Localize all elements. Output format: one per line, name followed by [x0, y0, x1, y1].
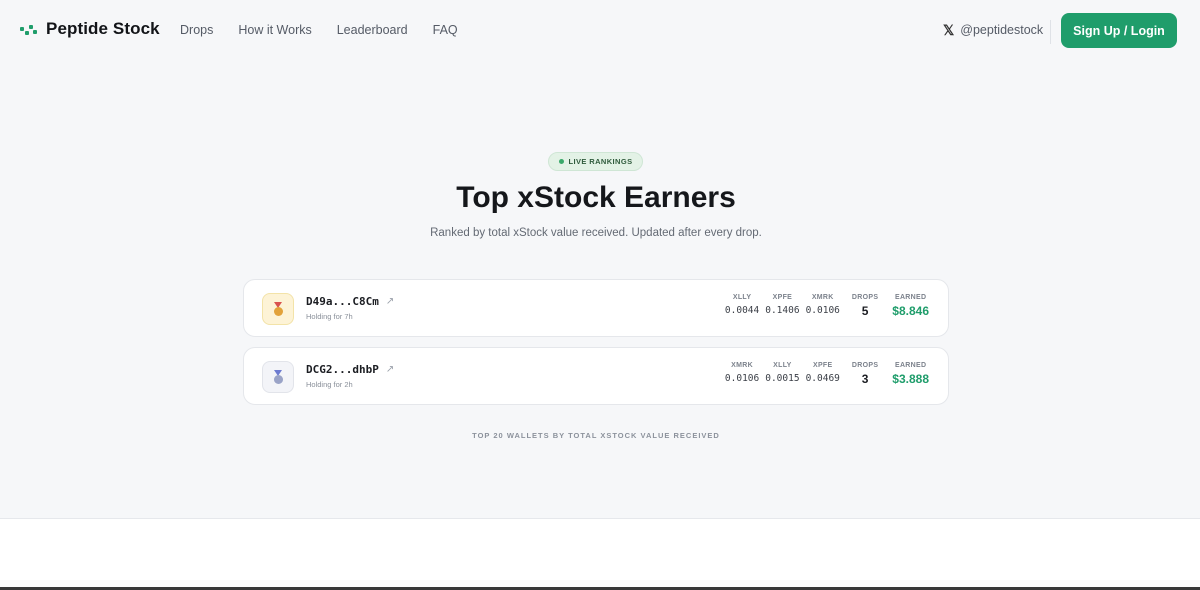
badge-label: LIVE RANKINGS — [568, 157, 633, 166]
footer-area — [0, 518, 1200, 590]
token-label: XPFE — [772, 294, 793, 301]
page-title: Top xStock Earners — [456, 181, 736, 214]
header-divider — [1050, 20, 1051, 44]
page-subtitle: Ranked by total xStock value received. U… — [430, 227, 762, 239]
medal-disc — [273, 306, 283, 316]
gold-medal-icon — [262, 293, 294, 325]
leaderboard-footnote: TOP 20 WALLETS BY TOTAL XSTOCK VALUE REC… — [472, 431, 720, 440]
earned-value: $3.888 — [892, 372, 929, 386]
nav-faq[interactable]: FAQ — [433, 23, 458, 37]
token-value: 0.0015 — [765, 373, 800, 384]
holding-duration: Holding for 2h — [306, 380, 353, 389]
external-link-icon[interactable]: ↗ — [386, 364, 394, 375]
drops-count: 3 — [861, 372, 869, 386]
token-label: XLLY — [732, 294, 752, 301]
token-stat: XMRK 0.0106 — [725, 362, 759, 384]
live-rankings-badge: LIVE RANKINGS — [548, 152, 643, 171]
top-navbar: Peptide Stock Drops How it Works Leaderb… — [0, 0, 1200, 62]
leaderboard-row: DCG2...dhbP ↗ Holding for 2h XMRK 0.0106… — [243, 347, 949, 405]
token-value: 0.1406 — [765, 305, 800, 316]
wallet-address: DCG2...dhbP — [306, 363, 379, 376]
earned-label: EARNED — [894, 294, 927, 301]
silver-medal-icon — [262, 361, 294, 393]
token-stat: XMRK 0.0106 — [806, 294, 840, 316]
social-handle: @peptidestock — [960, 23, 1044, 37]
live-dot-icon — [558, 159, 564, 164]
nav-how-it-works[interactable]: How it Works — [238, 23, 311, 37]
token-stat: XLLY 0.0044 — [725, 294, 759, 316]
token-value: 0.0106 — [724, 373, 760, 384]
leaderboard-row: D49a...C8Cm ↗ Holding for 7h XLLY 0.0044… — [243, 279, 949, 337]
signup-login-button[interactable]: Sign Up / Login — [1061, 13, 1177, 48]
page-background — [0, 0, 1200, 518]
external-link-icon[interactable]: ↗ — [386, 296, 394, 307]
x-social-link[interactable]: 𝕏 @peptidestock — [943, 23, 1043, 37]
logo-text: Peptide Stock — [46, 19, 160, 38]
token-label: XLLY — [773, 362, 792, 369]
wallet-link[interactable]: DCG2...dhbP ↗ — [306, 363, 394, 376]
drops-stat: DROPS 5 — [852, 294, 878, 318]
token-stat: XLLY 0.0015 — [765, 362, 799, 384]
holding-duration: Holding for 7h — [306, 312, 353, 321]
wallet-address: D49a...C8Cm — [306, 295, 379, 308]
earned-stat: EARNED $8.846 — [892, 294, 929, 318]
token-value: 0.0469 — [805, 373, 840, 384]
token-stat: XPFE 0.1406 — [765, 294, 799, 316]
wallet-link[interactable]: D49a...C8Cm ↗ — [306, 295, 394, 308]
drops-stat: DROPS 3 — [852, 362, 878, 386]
nav-leaderboard[interactable]: Leaderboard — [337, 23, 408, 37]
drops-label: DROPS — [851, 294, 879, 301]
drops-count: 5 — [861, 304, 869, 318]
row-stats: XLLY 0.0044 XPFE 0.1406 XMRK 0.0106 DROP… — [725, 294, 929, 318]
main-nav: Drops How it Works Leaderboard FAQ — [180, 23, 458, 37]
earned-stat: EARNED $3.888 — [892, 362, 929, 386]
drops-label: DROPS — [851, 362, 879, 369]
nav-drops[interactable]: Drops — [180, 23, 213, 37]
x-logo-icon: 𝕏 — [943, 22, 955, 38]
medal-disc — [273, 374, 283, 384]
token-label: XMRK — [811, 294, 834, 301]
token-value: 0.0044 — [724, 305, 760, 316]
earned-value: $8.846 — [892, 304, 929, 318]
logo-mark-icon — [20, 21, 37, 37]
earned-label: EARNED — [894, 362, 927, 369]
token-value: 0.0106 — [805, 305, 840, 316]
token-label: XPFE — [812, 362, 833, 369]
row-stats: XMRK 0.0106 XLLY 0.0015 XPFE 0.0469 DROP… — [725, 362, 929, 386]
token-label: XMRK — [731, 362, 753, 369]
logo[interactable]: Peptide Stock — [20, 19, 160, 39]
token-stat: XPFE 0.0469 — [806, 362, 840, 384]
